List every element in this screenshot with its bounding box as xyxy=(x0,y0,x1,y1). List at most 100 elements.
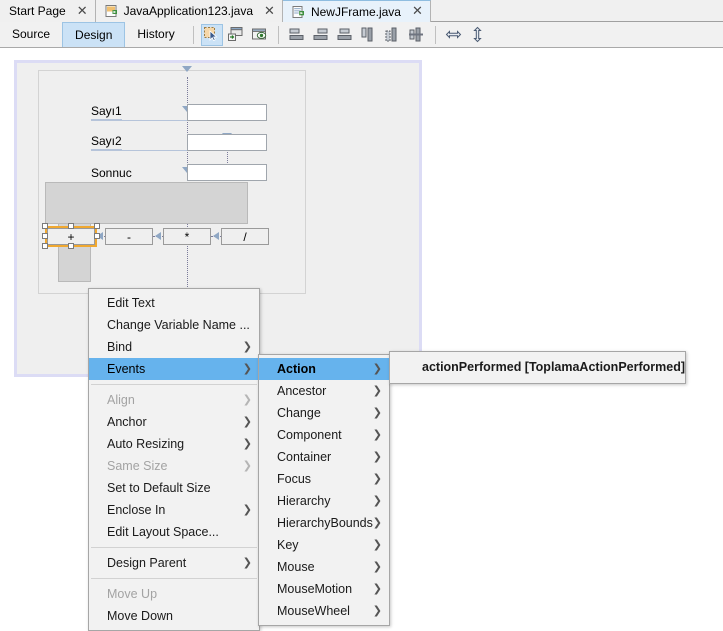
menu-item-label: Move Up xyxy=(107,587,158,601)
chevron-right-icon: ❯ xyxy=(372,560,382,573)
chevron-right-icon: ❯ xyxy=(242,415,252,428)
menu-item-edit-text[interactable]: Edit Text xyxy=(89,292,259,314)
menu-item-label: Align xyxy=(107,393,135,407)
menu-item-events[interactable]: Events ❯ xyxy=(89,358,259,380)
java-file-icon xyxy=(105,4,119,18)
events-item-ancestor[interactable]: Ancestor ❯ xyxy=(259,380,389,402)
chevron-right-icon: ❯ xyxy=(242,362,252,375)
menu-item-label: Design Parent xyxy=(107,556,187,570)
menu-item-design-parent[interactable]: Design Parent ❯ xyxy=(89,552,259,574)
menu-item-change-variable-name[interactable]: Change Variable Name ... xyxy=(89,314,259,336)
textfield-sayi2[interactable] xyxy=(187,134,267,151)
menu-separator xyxy=(91,384,257,385)
menu-item-label: Focus xyxy=(277,472,312,486)
menu-separator xyxy=(91,547,257,548)
chevron-right-icon: ❯ xyxy=(372,428,382,441)
resize-handle-ne[interactable] xyxy=(94,223,100,229)
chevron-right-icon: ❯ xyxy=(372,538,382,551)
button-container-panel[interactable] xyxy=(45,182,248,224)
editor-tab-label: Start Page xyxy=(9,4,66,18)
events-item-action[interactable]: Action ❯ xyxy=(259,358,389,380)
editor-tab-newjframe[interactable]: NewJFrame.java ✕ xyxy=(282,0,431,22)
resize-handle-sw[interactable] xyxy=(42,243,48,249)
menu-item-label: Auto Resizing xyxy=(107,437,185,451)
toolbar-separator xyxy=(434,25,436,44)
menu-item-edit-layout-space[interactable]: Edit Layout Space... xyxy=(89,521,259,543)
resize-vertical-icon[interactable] xyxy=(467,24,489,46)
menu-item-auto-resizing[interactable]: Auto Resizing ❯ xyxy=(89,433,259,455)
events-item-hierarchybounds[interactable]: HierarchyBounds ❯ xyxy=(259,512,389,534)
editor-tab-label: NewJFrame.java xyxy=(310,4,401,19)
resize-handle-s[interactable] xyxy=(68,243,74,249)
action-event-submenu[interactable]: actionPerformed [ToplamaActionPerformed] xyxy=(389,351,686,384)
chevron-right-icon: ❯ xyxy=(372,604,382,617)
events-item-mouse[interactable]: Mouse ❯ xyxy=(259,556,389,578)
guide-arrow-top-icon xyxy=(182,66,192,72)
button-multiply[interactable]: * xyxy=(163,228,211,245)
form-content-panel[interactable]: Sayı1 Sayı2 Sonnuc + - * / xyxy=(38,66,306,377)
menu-item-enclose-in[interactable]: Enclose In ❯ xyxy=(89,499,259,521)
design-canvas[interactable]: Sayı1 Sayı2 Sonnuc + - * / Edit Text Cha… xyxy=(0,48,723,631)
events-item-hierarchy[interactable]: Hierarchy ❯ xyxy=(259,490,389,512)
events-item-container[interactable]: Container ❯ xyxy=(259,446,389,468)
textfield-sonnuc[interactable] xyxy=(187,164,267,181)
events-item-key[interactable]: Key ❯ xyxy=(259,534,389,556)
tab-history[interactable]: History xyxy=(125,22,186,47)
label-sayi1: Sayı1 xyxy=(91,104,122,120)
label-sayi2-guide xyxy=(91,150,187,151)
textfield-sayi1[interactable] xyxy=(187,104,267,121)
events-item-mousewheel[interactable]: MouseWheel ❯ xyxy=(259,600,389,622)
connection-mode-icon[interactable] xyxy=(225,24,247,46)
tab-source[interactable]: Source xyxy=(0,22,62,47)
align-top-icon[interactable] xyxy=(358,24,380,46)
align-left-icon[interactable] xyxy=(286,24,308,46)
menu-item-label: Edit Text xyxy=(107,296,155,310)
chevron-right-icon: ❯ xyxy=(242,556,252,569)
menu-item-move-down[interactable]: Move Down xyxy=(89,605,259,627)
editor-tab-start-page[interactable]: Start Page ✕ xyxy=(0,0,96,22)
designer-toolbar: Source Design History xyxy=(0,21,723,48)
button-divide[interactable]: / xyxy=(221,228,269,245)
resize-handle-e[interactable] xyxy=(94,233,100,239)
resize-handle-w[interactable] xyxy=(42,233,48,239)
close-icon[interactable]: ✕ xyxy=(264,5,275,18)
chevron-right-icon: ❯ xyxy=(372,450,382,463)
close-icon[interactable]: ✕ xyxy=(77,5,88,18)
tab-history-label: History xyxy=(137,27,175,41)
align-center-vertical-icon[interactable] xyxy=(406,24,428,46)
action-item-actionperformed[interactable]: actionPerformed [ToplamaActionPerformed] xyxy=(390,356,685,379)
menu-item-label: Anchor xyxy=(107,415,147,429)
menu-item-bind[interactable]: Bind ❯ xyxy=(89,336,259,358)
selection-mode-icon[interactable] xyxy=(200,23,223,46)
resize-handle-n[interactable] xyxy=(68,223,74,229)
menu-item-label: actionPerformed [ToplamaActionPerformed] xyxy=(422,360,686,374)
events-item-component[interactable]: Component ❯ xyxy=(259,424,389,446)
menu-item-label: Hierarchy xyxy=(277,494,331,508)
chevron-right-icon: ❯ xyxy=(372,582,382,595)
tab-design[interactable]: Design xyxy=(62,21,126,47)
events-submenu[interactable]: Action ❯ Ancestor ❯ Change ❯ Component ❯… xyxy=(258,354,390,626)
resize-horizontal-icon[interactable] xyxy=(443,24,465,46)
close-icon[interactable]: ✕ xyxy=(412,5,423,18)
events-item-focus[interactable]: Focus ❯ xyxy=(259,468,389,490)
component-context-menu[interactable]: Edit Text Change Variable Name ... Bind … xyxy=(88,288,260,631)
events-item-change[interactable]: Change ❯ xyxy=(259,402,389,424)
align-center-horizontal-icon[interactable] xyxy=(334,24,356,46)
resize-handle-nw[interactable] xyxy=(42,223,48,229)
chevron-right-icon: ❯ xyxy=(242,459,252,472)
editor-tab-javaapplication123[interactable]: JavaApplication123.java ✕ xyxy=(95,0,283,22)
menu-item-label: Change Variable Name ... xyxy=(107,318,250,332)
menu-item-label: Enclose In xyxy=(107,503,166,517)
align-right-icon[interactable] xyxy=(310,24,332,46)
align-bottom-icon[interactable] xyxy=(382,24,404,46)
chevron-right-icon: ❯ xyxy=(372,516,382,529)
menu-item-move-up: Move Up xyxy=(89,583,259,605)
menu-item-anchor[interactable]: Anchor ❯ xyxy=(89,411,259,433)
menu-item-set-to-default-size[interactable]: Set to Default Size xyxy=(89,477,259,499)
button-minus[interactable]: - xyxy=(105,228,153,245)
events-item-mousemotion[interactable]: MouseMotion ❯ xyxy=(259,578,389,600)
menu-item-label: Ancestor xyxy=(277,384,327,398)
editor-tab-strip: Start Page ✕ JavaApplication123.java ✕ N… xyxy=(0,0,723,22)
view-mode-tabs: Source Design History xyxy=(0,21,187,48)
preview-design-icon[interactable] xyxy=(249,24,271,46)
